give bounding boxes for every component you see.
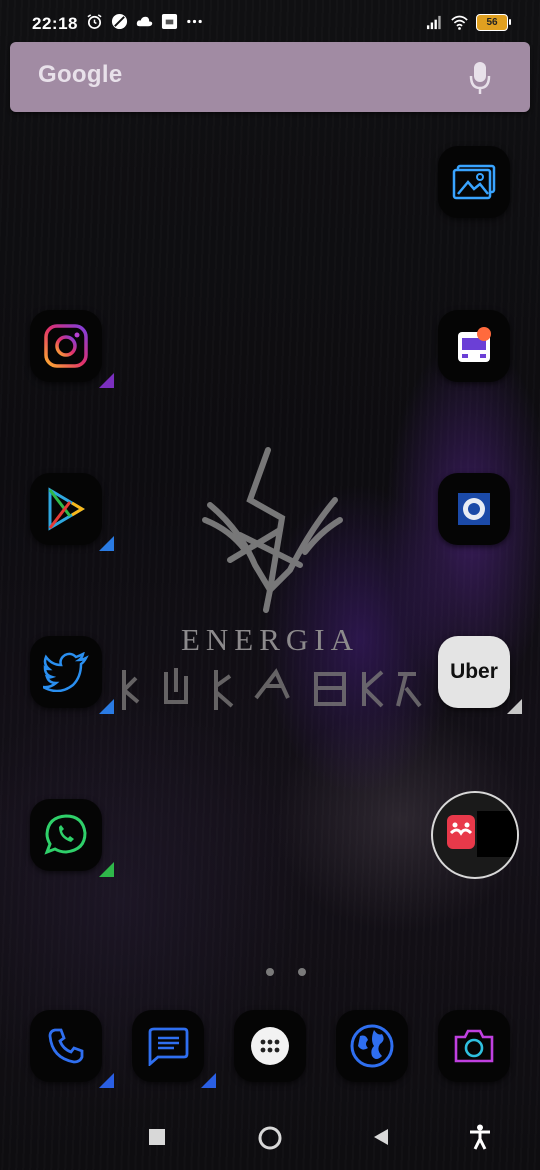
clock: 22:18 [32,14,78,33]
play-store-app[interactable] [30,473,114,551]
page-dot [298,968,306,976]
search-label: Google [38,61,123,88]
uber-app[interactable]: Uber [438,636,522,714]
phone-icon [48,1028,84,1064]
floating-bubble[interactable] [431,791,519,879]
instagram-app[interactable] [30,310,114,388]
recents-icon[interactable] [148,1128,166,1146]
messages-icon [148,1027,189,1066]
phone-app[interactable] [30,1010,114,1088]
more-icon [187,19,202,24]
google-search-bar[interactable]: Google [10,42,530,112]
twitter-icon [43,652,89,692]
browser-app[interactable] [336,1010,408,1082]
wallpaper-title: ENERGIA [180,622,360,657]
no-disturb-icon [111,13,128,30]
notification-icon [161,13,178,30]
back-icon[interactable] [372,1128,390,1146]
instagram-icon [44,324,88,368]
messages-app[interactable] [132,1010,216,1088]
app-drawer-button[interactable] [234,1010,306,1082]
bus-app[interactable] [438,310,510,382]
signal-icon [426,15,441,30]
page-dot [266,968,274,976]
gallery-icon [452,164,496,200]
whatsapp-app[interactable] [30,799,114,877]
camera-icon [454,1029,494,1063]
uber-label: Uber [450,660,498,683]
wifi-icon [451,15,468,30]
wallpaper-runes [122,668,422,710]
play-store-icon [48,487,85,531]
page-indicator [266,968,306,976]
alarm-icon [87,14,102,29]
seal-app[interactable] [438,473,510,545]
camera-app[interactable] [438,1010,510,1082]
mic-icon[interactable] [468,60,492,96]
home-icon[interactable] [257,1125,283,1151]
twitter-app[interactable] [30,636,114,714]
whatsapp-icon [44,814,87,855]
seal-icon [458,493,490,525]
browser-icon [350,1024,394,1068]
app-drawer-icon [251,1027,289,1065]
status-bar: 22:18 56 [0,0,540,46]
bus-icon [458,327,491,362]
navigation-bar [0,1100,540,1170]
battery-icon: 56 [476,14,511,31]
cloud-icon [136,16,153,27]
accessibility-icon[interactable] [468,1124,492,1150]
gallery-app[interactable] [438,146,510,218]
mask-icon [447,811,517,857]
